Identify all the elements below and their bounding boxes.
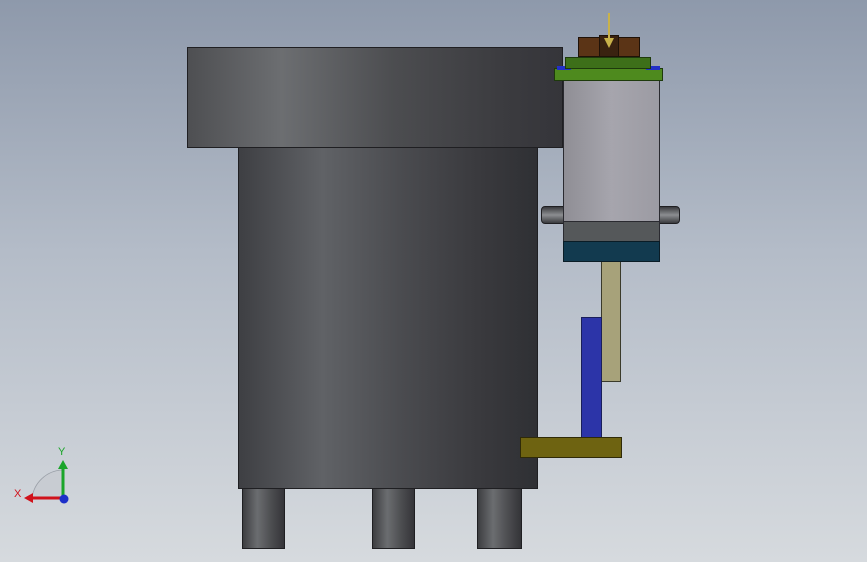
pivot-pin-left[interactable] — [541, 206, 564, 224]
support-leg-middle[interactable] — [372, 488, 415, 549]
actuator-base[interactable] — [563, 241, 660, 262]
piston-rod[interactable] — [601, 261, 621, 382]
orientation-triad-icon[interactable]: Y X — [12, 440, 82, 510]
blue-linkage-bar[interactable] — [581, 317, 602, 438]
needle-tip-icon — [604, 38, 614, 48]
foot-plate[interactable] — [520, 437, 622, 458]
top-plate[interactable] — [187, 47, 563, 148]
main-cylinder-body[interactable] — [238, 147, 538, 489]
brown-fitting-right[interactable] — [618, 37, 640, 57]
pivot-pin-right[interactable] — [659, 206, 680, 224]
triad-x-label: X — [14, 488, 22, 500]
triad-y-label: Y — [58, 446, 66, 458]
actuator-lower-band[interactable] — [563, 221, 660, 242]
brown-fitting-left[interactable] — [578, 37, 600, 57]
graphics-viewport[interactable]: Y X — [0, 0, 867, 562]
support-leg-left[interactable] — [242, 488, 285, 549]
actuator-body[interactable] — [563, 80, 660, 222]
support-leg-right[interactable] — [477, 488, 522, 549]
green-top-flange[interactable] — [565, 57, 651, 69]
